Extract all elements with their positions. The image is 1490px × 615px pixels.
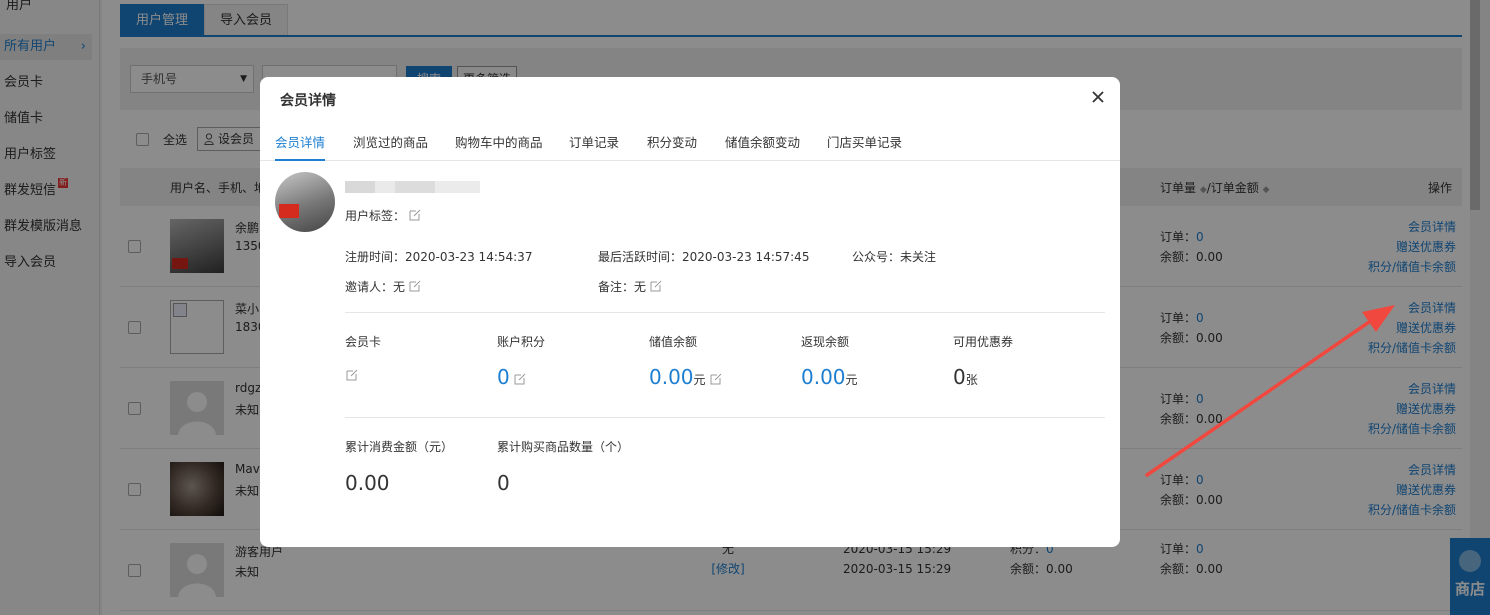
annotation-arrow <box>1145 305 1395 477</box>
